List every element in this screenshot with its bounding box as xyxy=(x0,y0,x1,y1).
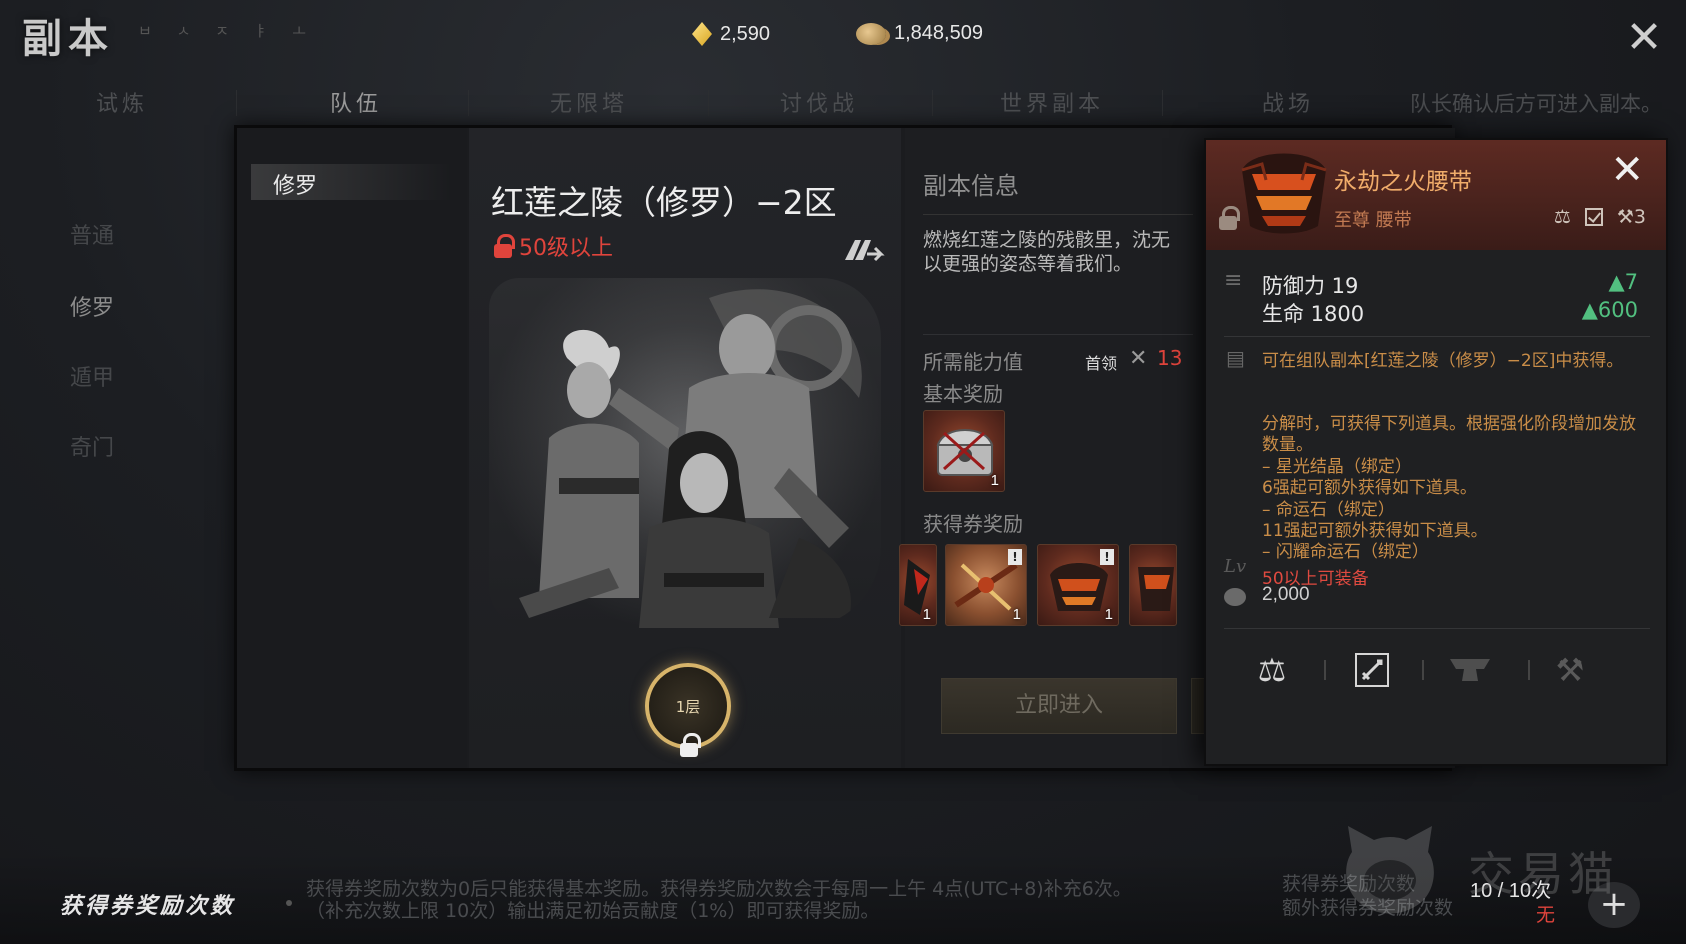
item-quantity: 1 xyxy=(922,606,931,623)
enter-now-button[interactable]: 立即进入 xyxy=(941,678,1177,734)
dungeon-name: 红莲之陵（修罗）−2区 xyxy=(491,183,837,222)
extra-ticket-count-value: 无 xyxy=(1536,904,1556,926)
compare-scale-icon[interactable]: ⚖ xyxy=(1242,640,1302,700)
page-title: 副本 xyxy=(22,15,114,62)
unlock-icon[interactable] xyxy=(1218,206,1240,234)
stat-hp: 生命 1800 xyxy=(1262,302,1365,326)
dungeon-artwork xyxy=(489,278,881,628)
watermark-text: 交易猫 xyxy=(1468,847,1618,901)
equip-sword-icon[interactable] xyxy=(1342,640,1402,700)
document-icon: ▤ xyxy=(1226,346,1245,370)
info-title: 副本信息 xyxy=(923,172,1019,200)
level-requirement-text: 50级以上 xyxy=(519,236,613,261)
decompose-info: 分解时，可获得下列道具。根据强化阶段增加发放数量。 – 星光结晶（绑定） 6强起… xyxy=(1262,414,1636,563)
party-icon xyxy=(841,234,885,264)
category-dunjia[interactable]: 遁甲 xyxy=(70,360,114,392)
required-stat-label: 所需能力值 xyxy=(923,350,1023,374)
gold-currency: 1,848,509 xyxy=(856,22,983,45)
gold-coin-icon xyxy=(856,22,886,45)
ticket-reward-item[interactable] xyxy=(1129,544,1177,626)
obtain-source: 可在组队副本[红莲之陵（修罗）−2区]中获得。 xyxy=(1262,351,1624,371)
basic-reward-chest[interactable]: 1 xyxy=(923,410,1005,492)
watermark-cat-logo xyxy=(1338,822,1442,918)
diamond-icon xyxy=(692,22,712,46)
scale-icon: ⚖ xyxy=(1553,206,1571,228)
warning-mark: ! xyxy=(1100,549,1114,565)
ticket-count-title: 获得券奖励次数 xyxy=(60,893,236,919)
ticket-reward-item[interactable]: 1 xyxy=(899,544,937,626)
lock-icon xyxy=(679,733,701,757)
dungeon-description: 燃烧红莲之陵的残骸里，沈无 以更强的姿态等着我们。 xyxy=(923,229,1171,275)
leader-notice: 队长确认后方可进入副本。 xyxy=(1410,92,1662,116)
checkbox-icon xyxy=(1584,208,1603,226)
difficulty-label: 修罗 xyxy=(273,174,318,199)
gold-amount: 1,848,509 xyxy=(894,22,983,44)
stats-icon: ≡ xyxy=(1224,268,1243,293)
stat-hp-diff: ▲600 xyxy=(1581,298,1638,322)
close-icon[interactable]: ✕ xyxy=(1610,150,1644,190)
tab-party[interactable]: 队伍 xyxy=(330,86,382,118)
ticket-reward-item[interactable]: ! 1 xyxy=(1037,544,1119,626)
category-asura[interactable]: 修罗 xyxy=(70,290,114,322)
anvil-enhance-icon[interactable] xyxy=(1440,640,1500,700)
page-subtitle: ㅂ ㅅ ㅈ ㅑ ㅗ xyxy=(138,22,317,40)
dismantle-tools-icon[interactable]: ⚒ xyxy=(1540,640,1600,700)
item-flags: ⚖ ⚒3 xyxy=(1554,206,1646,228)
level-icon: Lv xyxy=(1224,556,1247,577)
tab-raid[interactable]: 讨伐战 xyxy=(780,86,858,118)
item-quantity: 1 xyxy=(1012,606,1021,623)
lock-icon xyxy=(493,234,515,258)
difficulty-list: 修罗 xyxy=(237,128,467,768)
level-requirement: 50级以上 xyxy=(493,230,613,262)
diamond-currency: 2,590 xyxy=(692,22,770,46)
warning-mark: ! xyxy=(1008,549,1022,565)
diamond-amount: 2,590 xyxy=(720,22,771,45)
category-qimen[interactable]: 奇门 xyxy=(70,430,114,462)
tooltip-header: 永劫之火腰带 至尊 腰带 ✕ ⚖ ⚒3 xyxy=(1206,140,1666,250)
stat-defense: 防御力 19 xyxy=(1262,274,1359,298)
close-icon[interactable]: ✕ xyxy=(1624,16,1664,60)
coin-icon xyxy=(1224,588,1246,606)
ticket-count-description: 获得券奖励次数为0后只能获得基本奖励。获得券奖励次数会于每周一上午 4点(UTC… xyxy=(306,878,1132,922)
ticket-reward-label: 获得券奖励 xyxy=(923,512,1023,536)
item-quantity: 1 xyxy=(990,472,999,489)
upgrade-count: 3 xyxy=(1633,206,1646,228)
item-tooltip: 永劫之火腰带 至尊 腰带 ✕ ⚖ ⚒3 ≡ 防御力 19 ▲7 生命 1800 … xyxy=(1204,138,1668,766)
item-price: 2,000 xyxy=(1262,584,1310,605)
crossed-swords-icon: ✕ xyxy=(1129,346,1148,371)
dungeon-detail: 红莲之陵（修罗）−2区 50级以上 1层 xyxy=(469,128,901,768)
boss-required-value: 13 xyxy=(1157,346,1183,370)
tab-infinite-tower[interactable]: 无限塔 xyxy=(550,86,628,118)
stat-defense-diff: ▲7 xyxy=(1608,270,1638,294)
basic-reward-label: 基本奖励 xyxy=(923,382,1003,406)
tab-battlefield[interactable]: 战场 xyxy=(1262,86,1314,118)
boss-label: 首领 xyxy=(1085,354,1118,373)
difficulty-item-selected[interactable]: 修罗 xyxy=(251,164,451,200)
item-type: 至尊 腰带 xyxy=(1334,210,1412,231)
item-name: 永劫之火腰带 xyxy=(1334,169,1472,195)
tab-trial[interactable]: 试炼 xyxy=(96,86,148,118)
belt-icon xyxy=(1232,144,1336,240)
tab-world-dungeon[interactable]: 世界副本 xyxy=(1000,86,1104,118)
category-normal[interactable]: 普通 xyxy=(70,218,114,250)
anvil-icon: ⚒3 xyxy=(1616,206,1646,228)
item-quantity: 1 xyxy=(1104,606,1113,623)
ticket-reward-item[interactable]: ! 1 xyxy=(945,544,1027,626)
